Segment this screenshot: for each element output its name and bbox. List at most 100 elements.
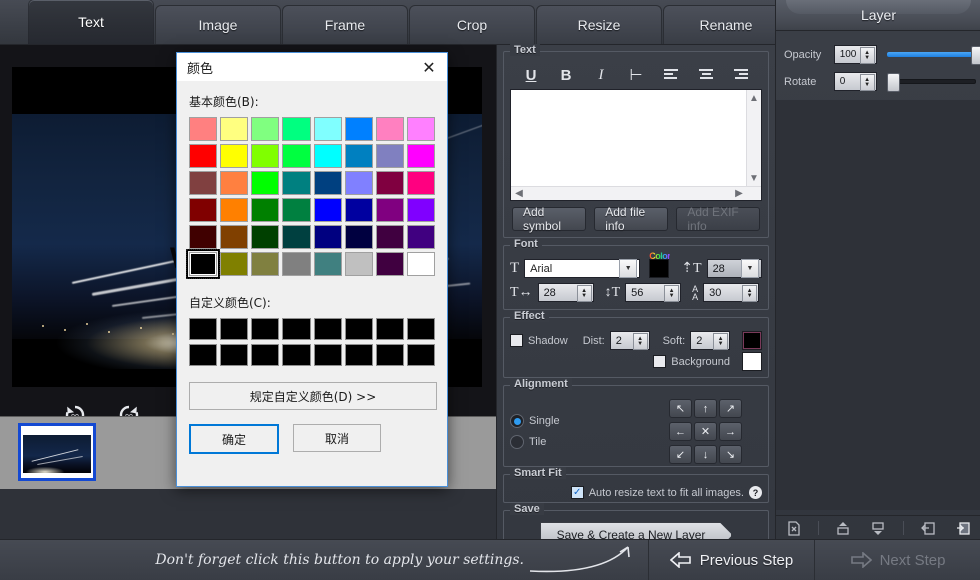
delete-layer-icon[interactable] — [783, 519, 805, 537]
align-top-right-button[interactable]: ↗ — [719, 399, 742, 418]
font-color-swatch[interactable]: Color — [649, 259, 669, 278]
rotate-right-90-button[interactable]: 90 — [116, 402, 142, 416]
scroll-right-icon[interactable]: ▶ — [732, 188, 746, 199]
cancel-button[interactable]: 取消 — [293, 424, 381, 452]
custom-color-swatch[interactable] — [189, 344, 217, 366]
basic-color-swatch[interactable] — [376, 252, 404, 276]
font-size-select[interactable]: 28 ▼ — [707, 259, 762, 278]
move-layer-up-icon[interactable] — [832, 519, 854, 537]
align-center-button[interactable]: ✕ — [694, 422, 717, 441]
basic-color-swatch[interactable] — [314, 144, 342, 168]
custom-color-swatch[interactable] — [251, 344, 279, 366]
basic-color-swatch[interactable] — [282, 225, 310, 249]
rotate-left-90-button[interactable]: 90 — [62, 402, 88, 416]
stepper-arrows[interactable]: ▲▼ — [577, 285, 592, 302]
thumbnail-item-selected[interactable] — [18, 423, 96, 481]
rotate-input[interactable]: 0 ▲▼ — [834, 72, 877, 91]
basic-color-swatch[interactable] — [189, 171, 217, 195]
basic-color-swatch[interactable] — [407, 225, 435, 249]
define-custom-colors-button[interactable]: 规定自定义颜色(D) >> — [189, 382, 437, 410]
align-center-icon[interactable] — [693, 65, 719, 85]
basic-color-swatch[interactable] — [220, 225, 248, 249]
custom-color-swatch[interactable] — [345, 318, 373, 340]
basic-color-swatch[interactable] — [282, 117, 310, 141]
basic-color-swatch[interactable] — [282, 198, 310, 222]
basic-color-swatch[interactable] — [376, 171, 404, 195]
bold-icon[interactable]: B — [553, 65, 579, 85]
custom-color-swatch[interactable] — [314, 318, 342, 340]
scroll-down-icon[interactable]: ▼ — [747, 173, 761, 184]
basic-color-swatch[interactable] — [407, 198, 435, 222]
align-left-icon[interactable] — [658, 65, 684, 85]
basic-color-swatch[interactable] — [345, 144, 373, 168]
align-middle-left-button[interactable]: ← — [669, 422, 692, 441]
align-middle-right-button[interactable]: → — [719, 422, 742, 441]
basic-color-swatch[interactable] — [251, 144, 279, 168]
ok-button[interactable]: 确定 — [189, 424, 279, 454]
stepper-arrows[interactable]: ▲▼ — [664, 285, 679, 302]
basic-color-swatch[interactable] — [251, 171, 279, 195]
basic-color-swatch[interactable] — [314, 225, 342, 249]
basic-color-swatch[interactable] — [376, 144, 404, 168]
stepper-arrows[interactable]: ▲▼ — [742, 285, 757, 302]
font-height-input[interactable]: 56 ▲▼ — [625, 283, 681, 302]
basic-color-swatch[interactable] — [189, 225, 217, 249]
shadow-softness-input[interactable]: 2 ▲▼ — [690, 331, 730, 350]
align-top-center-button[interactable]: ↑ — [694, 399, 717, 418]
basic-color-swatch[interactable] — [220, 144, 248, 168]
tab-image[interactable]: Image — [155, 5, 281, 44]
basic-color-swatch[interactable] — [314, 171, 342, 195]
basic-color-swatch[interactable] — [220, 117, 248, 141]
custom-color-swatch[interactable] — [282, 318, 310, 340]
basic-color-swatch[interactable] — [345, 252, 373, 276]
custom-color-swatch[interactable] — [282, 344, 310, 366]
align-bottom-right-button[interactable]: ↘ — [719, 445, 742, 464]
basic-color-swatch[interactable] — [376, 225, 404, 249]
basic-color-swatch[interactable] — [314, 198, 342, 222]
basic-color-swatch[interactable] — [407, 117, 435, 141]
basic-color-swatch[interactable] — [251, 252, 279, 276]
basic-color-swatch[interactable] — [407, 252, 435, 276]
help-icon[interactable]: ? — [749, 486, 762, 499]
basic-color-swatch[interactable] — [407, 171, 435, 195]
layer-list[interactable] — [776, 100, 980, 510]
custom-color-swatch[interactable] — [376, 318, 404, 340]
basic-color-swatch[interactable] — [407, 144, 435, 168]
add-symbol-button[interactable]: Add symbol — [512, 207, 586, 231]
basic-color-swatch[interactable] — [189, 252, 217, 276]
basic-color-swatch[interactable] — [251, 225, 279, 249]
previous-step-button[interactable]: Previous Step — [648, 540, 814, 580]
basic-color-swatch[interactable] — [314, 252, 342, 276]
basic-color-swatch[interactable] — [345, 198, 373, 222]
custom-color-swatch[interactable] — [189, 318, 217, 340]
scroll-left-icon[interactable]: ◀ — [512, 188, 526, 199]
text-input-area[interactable]: ▲ ▼ ◀ ▶ — [510, 89, 762, 201]
stepper-arrows[interactable]: ▲▼ — [860, 47, 875, 64]
custom-color-swatch[interactable] — [376, 344, 404, 366]
import-layer-icon[interactable] — [917, 519, 939, 537]
basic-color-swatch[interactable] — [220, 171, 248, 195]
tab-resize[interactable]: Resize — [536, 5, 662, 44]
align-right-icon[interactable] — [728, 65, 754, 85]
tab-rename[interactable]: Rename — [663, 5, 789, 44]
basic-color-swatch[interactable] — [376, 198, 404, 222]
underline-icon[interactable]: U — [518, 65, 544, 85]
basic-color-swatch[interactable] — [189, 117, 217, 141]
custom-color-swatch[interactable] — [345, 344, 373, 366]
basic-color-swatch[interactable] — [189, 198, 217, 222]
text-vertical-scrollbar[interactable]: ▲ ▼ — [746, 90, 761, 187]
tab-frame[interactable]: Frame — [282, 5, 408, 44]
basic-color-swatch[interactable] — [345, 117, 373, 141]
tab-crop[interactable]: Crop — [409, 5, 535, 44]
custom-color-swatch[interactable] — [251, 318, 279, 340]
basic-color-swatch[interactable] — [345, 225, 373, 249]
font-family-select[interactable]: Arial ▼ — [524, 259, 640, 278]
custom-color-swatch[interactable] — [220, 318, 248, 340]
tab-indent-icon[interactable]: ⊢ — [623, 65, 649, 85]
background-checkbox[interactable] — [653, 355, 666, 368]
opacity-input[interactable]: 100 ▲▼ — [834, 45, 877, 64]
scroll-up-icon[interactable]: ▲ — [747, 93, 761, 104]
opacity-slider-thumb[interactable] — [971, 46, 980, 65]
shadow-checkbox[interactable] — [510, 334, 523, 347]
basic-color-swatch[interactable] — [220, 198, 248, 222]
